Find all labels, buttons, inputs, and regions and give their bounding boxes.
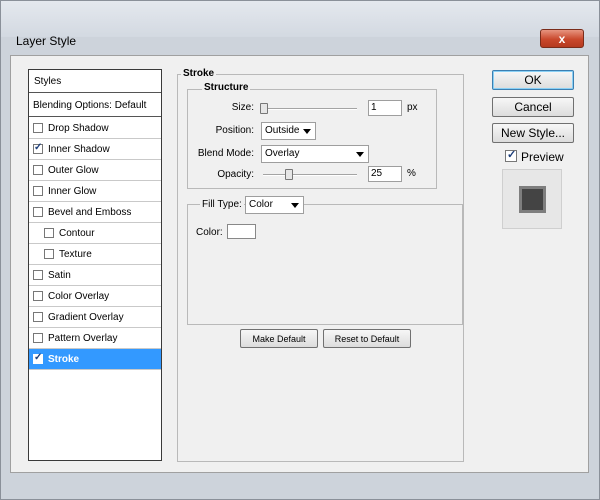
style-checkbox[interactable] [44, 249, 54, 259]
position-select[interactable]: Outside [261, 122, 316, 140]
style-preview [502, 169, 562, 229]
style-item-outer-glow[interactable]: Outer Glow [29, 160, 161, 181]
fill-type-label: Fill Type: [200, 199, 244, 210]
position-dropdown-icon [303, 129, 311, 134]
structure-group-title: Structure [202, 82, 251, 93]
fill-type-select[interactable]: Color [245, 196, 304, 214]
style-item-label: Contour [59, 227, 95, 239]
close-icon: x [558, 31, 566, 46]
size-input[interactable]: 1 [368, 100, 402, 116]
preview-checkbox[interactable] [505, 148, 517, 162]
style-item-label: Pattern Overlay [48, 332, 118, 344]
style-item-color-overlay[interactable]: Color Overlay [29, 286, 161, 307]
style-item-satin[interactable]: Satin [29, 265, 161, 286]
layer-style-window: Layer Style x Styles Blending Options: D… [0, 0, 600, 500]
blending-options-item[interactable]: Blending Options: Default [29, 94, 161, 117]
fill-group [187, 204, 463, 325]
style-checkbox[interactable] [44, 228, 54, 238]
size-slider-track[interactable] [263, 108, 357, 110]
new-style-button[interactable]: New Style... [492, 123, 574, 143]
style-item-bevel-and-emboss[interactable]: Bevel and Emboss [29, 202, 161, 223]
style-item-label: Bevel and Emboss [48, 206, 132, 218]
fill-type-value: Color [249, 199, 273, 210]
style-checkbox[interactable] [33, 291, 43, 301]
opacity-label: Opacity: [217, 169, 254, 180]
styles-list: Styles Blending Options: Default Drop Sh… [28, 69, 162, 461]
blend-mode-dropdown-icon [356, 152, 364, 157]
style-item-contour[interactable]: Contour [29, 223, 161, 244]
style-item-gradient-overlay[interactable]: Gradient Overlay [29, 307, 161, 328]
opacity-unit: % [407, 168, 416, 179]
position-label: Position: [215, 125, 254, 136]
opacity-slider-track[interactable] [263, 174, 357, 176]
window-title: Layer Style [16, 34, 77, 48]
reset-to-default-button[interactable]: Reset to Default [323, 329, 411, 348]
style-checkbox[interactable] [33, 165, 43, 175]
style-item-inner-glow[interactable]: Inner Glow [29, 181, 161, 202]
color-label: Color: [196, 227, 223, 238]
style-item-drop-shadow[interactable]: Drop Shadow [29, 118, 161, 139]
styles-header[interactable]: Styles [29, 70, 161, 93]
style-item-stroke[interactable]: Stroke [29, 349, 161, 370]
size-unit: px [407, 102, 418, 113]
style-item-pattern-overlay[interactable]: Pattern Overlay [29, 328, 161, 349]
style-item-label: Texture [59, 248, 92, 260]
stroke-color-swatch[interactable] [227, 224, 256, 239]
opacity-input[interactable]: 25 [368, 166, 402, 182]
style-item-label: Gradient Overlay [48, 311, 124, 323]
blend-mode-select[interactable]: Overlay [261, 145, 369, 163]
style-checkbox[interactable] [33, 333, 43, 343]
style-item-label: Inner Shadow [48, 143, 110, 155]
blend-mode-label: Blend Mode: [197, 148, 254, 159]
ok-button[interactable]: OK [492, 70, 574, 90]
make-default-button[interactable]: Make Default [240, 329, 318, 348]
style-checkbox[interactable] [33, 123, 43, 133]
size-slider-thumb[interactable] [260, 103, 268, 114]
stroke-group-title: Stroke [181, 68, 217, 79]
close-button[interactable]: x [540, 29, 584, 48]
style-item-label: Drop Shadow [48, 122, 109, 134]
title-bar[interactable] [1, 1, 599, 37]
position-value: Outside [265, 125, 300, 136]
style-checkbox[interactable] [33, 207, 43, 217]
style-item-label: Satin [48, 269, 71, 281]
style-checkbox[interactable] [33, 352, 43, 364]
style-checkbox[interactable] [33, 142, 43, 154]
style-checkbox[interactable] [33, 270, 43, 280]
style-item-label: Inner Glow [48, 185, 97, 197]
style-checkbox[interactable] [33, 312, 43, 322]
style-item-inner-shadow[interactable]: Inner Shadow [29, 139, 161, 160]
opacity-slider-thumb[interactable] [285, 169, 293, 180]
dialog-client: Styles Blending Options: Default Drop Sh… [10, 55, 589, 473]
style-item-label: Outer Glow [48, 164, 99, 176]
size-label: Size: [231, 102, 254, 113]
cancel-button[interactable]: Cancel [492, 97, 574, 117]
style-item-label: Color Overlay [48, 290, 110, 302]
style-item-texture[interactable]: Texture [29, 244, 161, 265]
style-item-label: Stroke [48, 353, 80, 365]
fill-type-dropdown-icon [291, 203, 299, 208]
blend-mode-value: Overlay [265, 148, 300, 159]
preview-swatch [519, 186, 546, 213]
preview-label: Preview [521, 150, 564, 164]
style-checkbox[interactable] [33, 186, 43, 196]
